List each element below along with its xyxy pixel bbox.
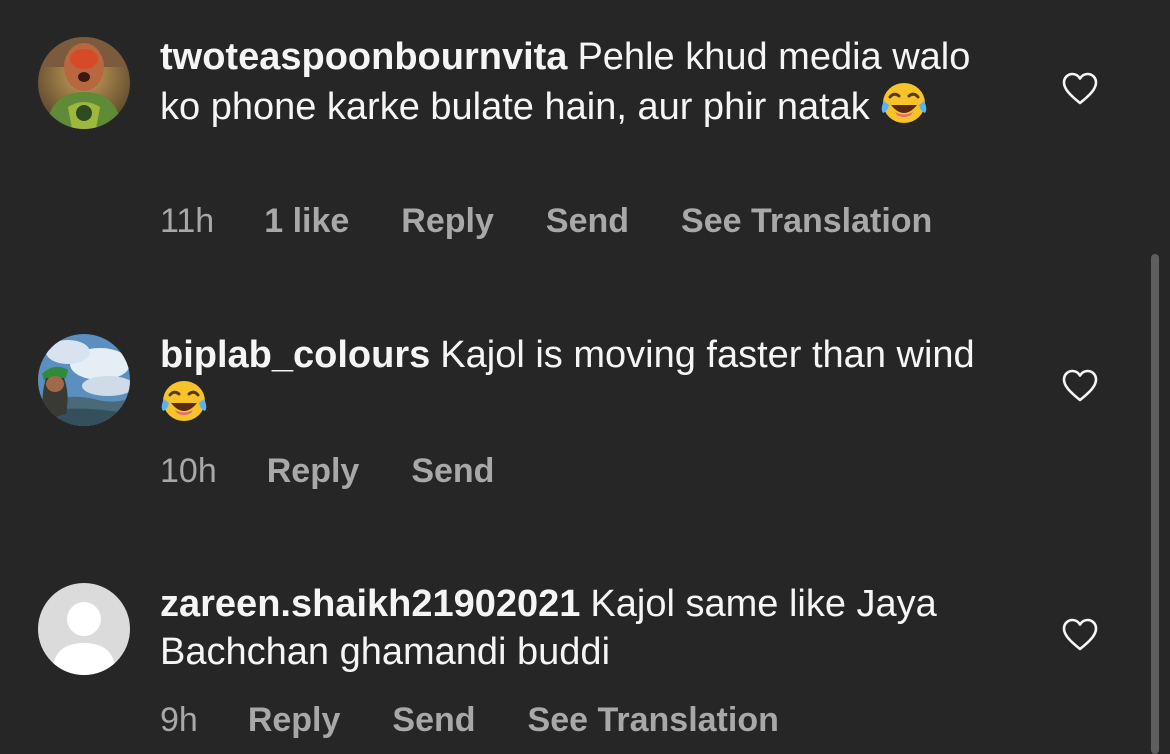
face-with-tears-of-joy-icon (880, 81, 928, 125)
send-button[interactable]: Send (392, 701, 475, 740)
comment-likes-count[interactable]: 1 like (264, 202, 349, 241)
comment-text: twoteaspoonbournvita Pehle khud media wal… (160, 33, 1010, 131)
face-with-tears-of-joy-icon (160, 379, 208, 423)
avatar[interactable] (38, 583, 130, 675)
send-button[interactable]: Send (411, 452, 494, 491)
comment-username[interactable]: twoteaspoonbournvita (160, 36, 567, 78)
avatar[interactable] (38, 37, 130, 129)
profile-photo-icon (38, 334, 130, 426)
comment-time: 9h (160, 701, 198, 739)
comments-screen: twoteaspoonbournvita Pehle khud media wal… (0, 0, 1170, 754)
reply-button[interactable]: Reply (401, 202, 494, 241)
comment-meta: 9h Reply Send See Translation (160, 701, 779, 740)
heart-outline-icon (1062, 72, 1098, 105)
reply-button[interactable]: Reply (267, 452, 360, 491)
avatar[interactable] (38, 334, 130, 426)
reply-button[interactable]: Reply (248, 701, 341, 740)
heart-outline-icon (1062, 369, 1098, 402)
comment-username[interactable]: biplab_colours (160, 334, 430, 376)
comment-meta: 11h 1 like Reply Send See Translation (160, 202, 932, 241)
default-profile-icon (38, 583, 130, 675)
like-button[interactable] (1062, 618, 1098, 652)
comment-text: zareen.shaikh21902021 Kajol same like Jay… (160, 580, 1010, 676)
profile-photo-icon (38, 37, 130, 129)
see-translation-button[interactable]: See Translation (528, 701, 779, 740)
comment-body: Kajol is moving faster than wind (440, 334, 975, 376)
comment-text: biplab_colours Kajol is moving faster tha… (160, 331, 1010, 429)
comment-time: 10h (160, 452, 217, 490)
like-button[interactable] (1062, 369, 1098, 403)
comment-meta: 10h Reply Send (160, 452, 494, 491)
see-translation-button[interactable]: See Translation (681, 202, 932, 241)
scrollbar[interactable] (1151, 254, 1159, 754)
heart-outline-icon (1062, 618, 1098, 651)
send-button[interactable]: Send (546, 202, 629, 241)
comment-username[interactable]: zareen.shaikh21902021 (160, 583, 580, 625)
comment-time: 11h (160, 202, 215, 240)
like-button[interactable] (1062, 72, 1098, 106)
